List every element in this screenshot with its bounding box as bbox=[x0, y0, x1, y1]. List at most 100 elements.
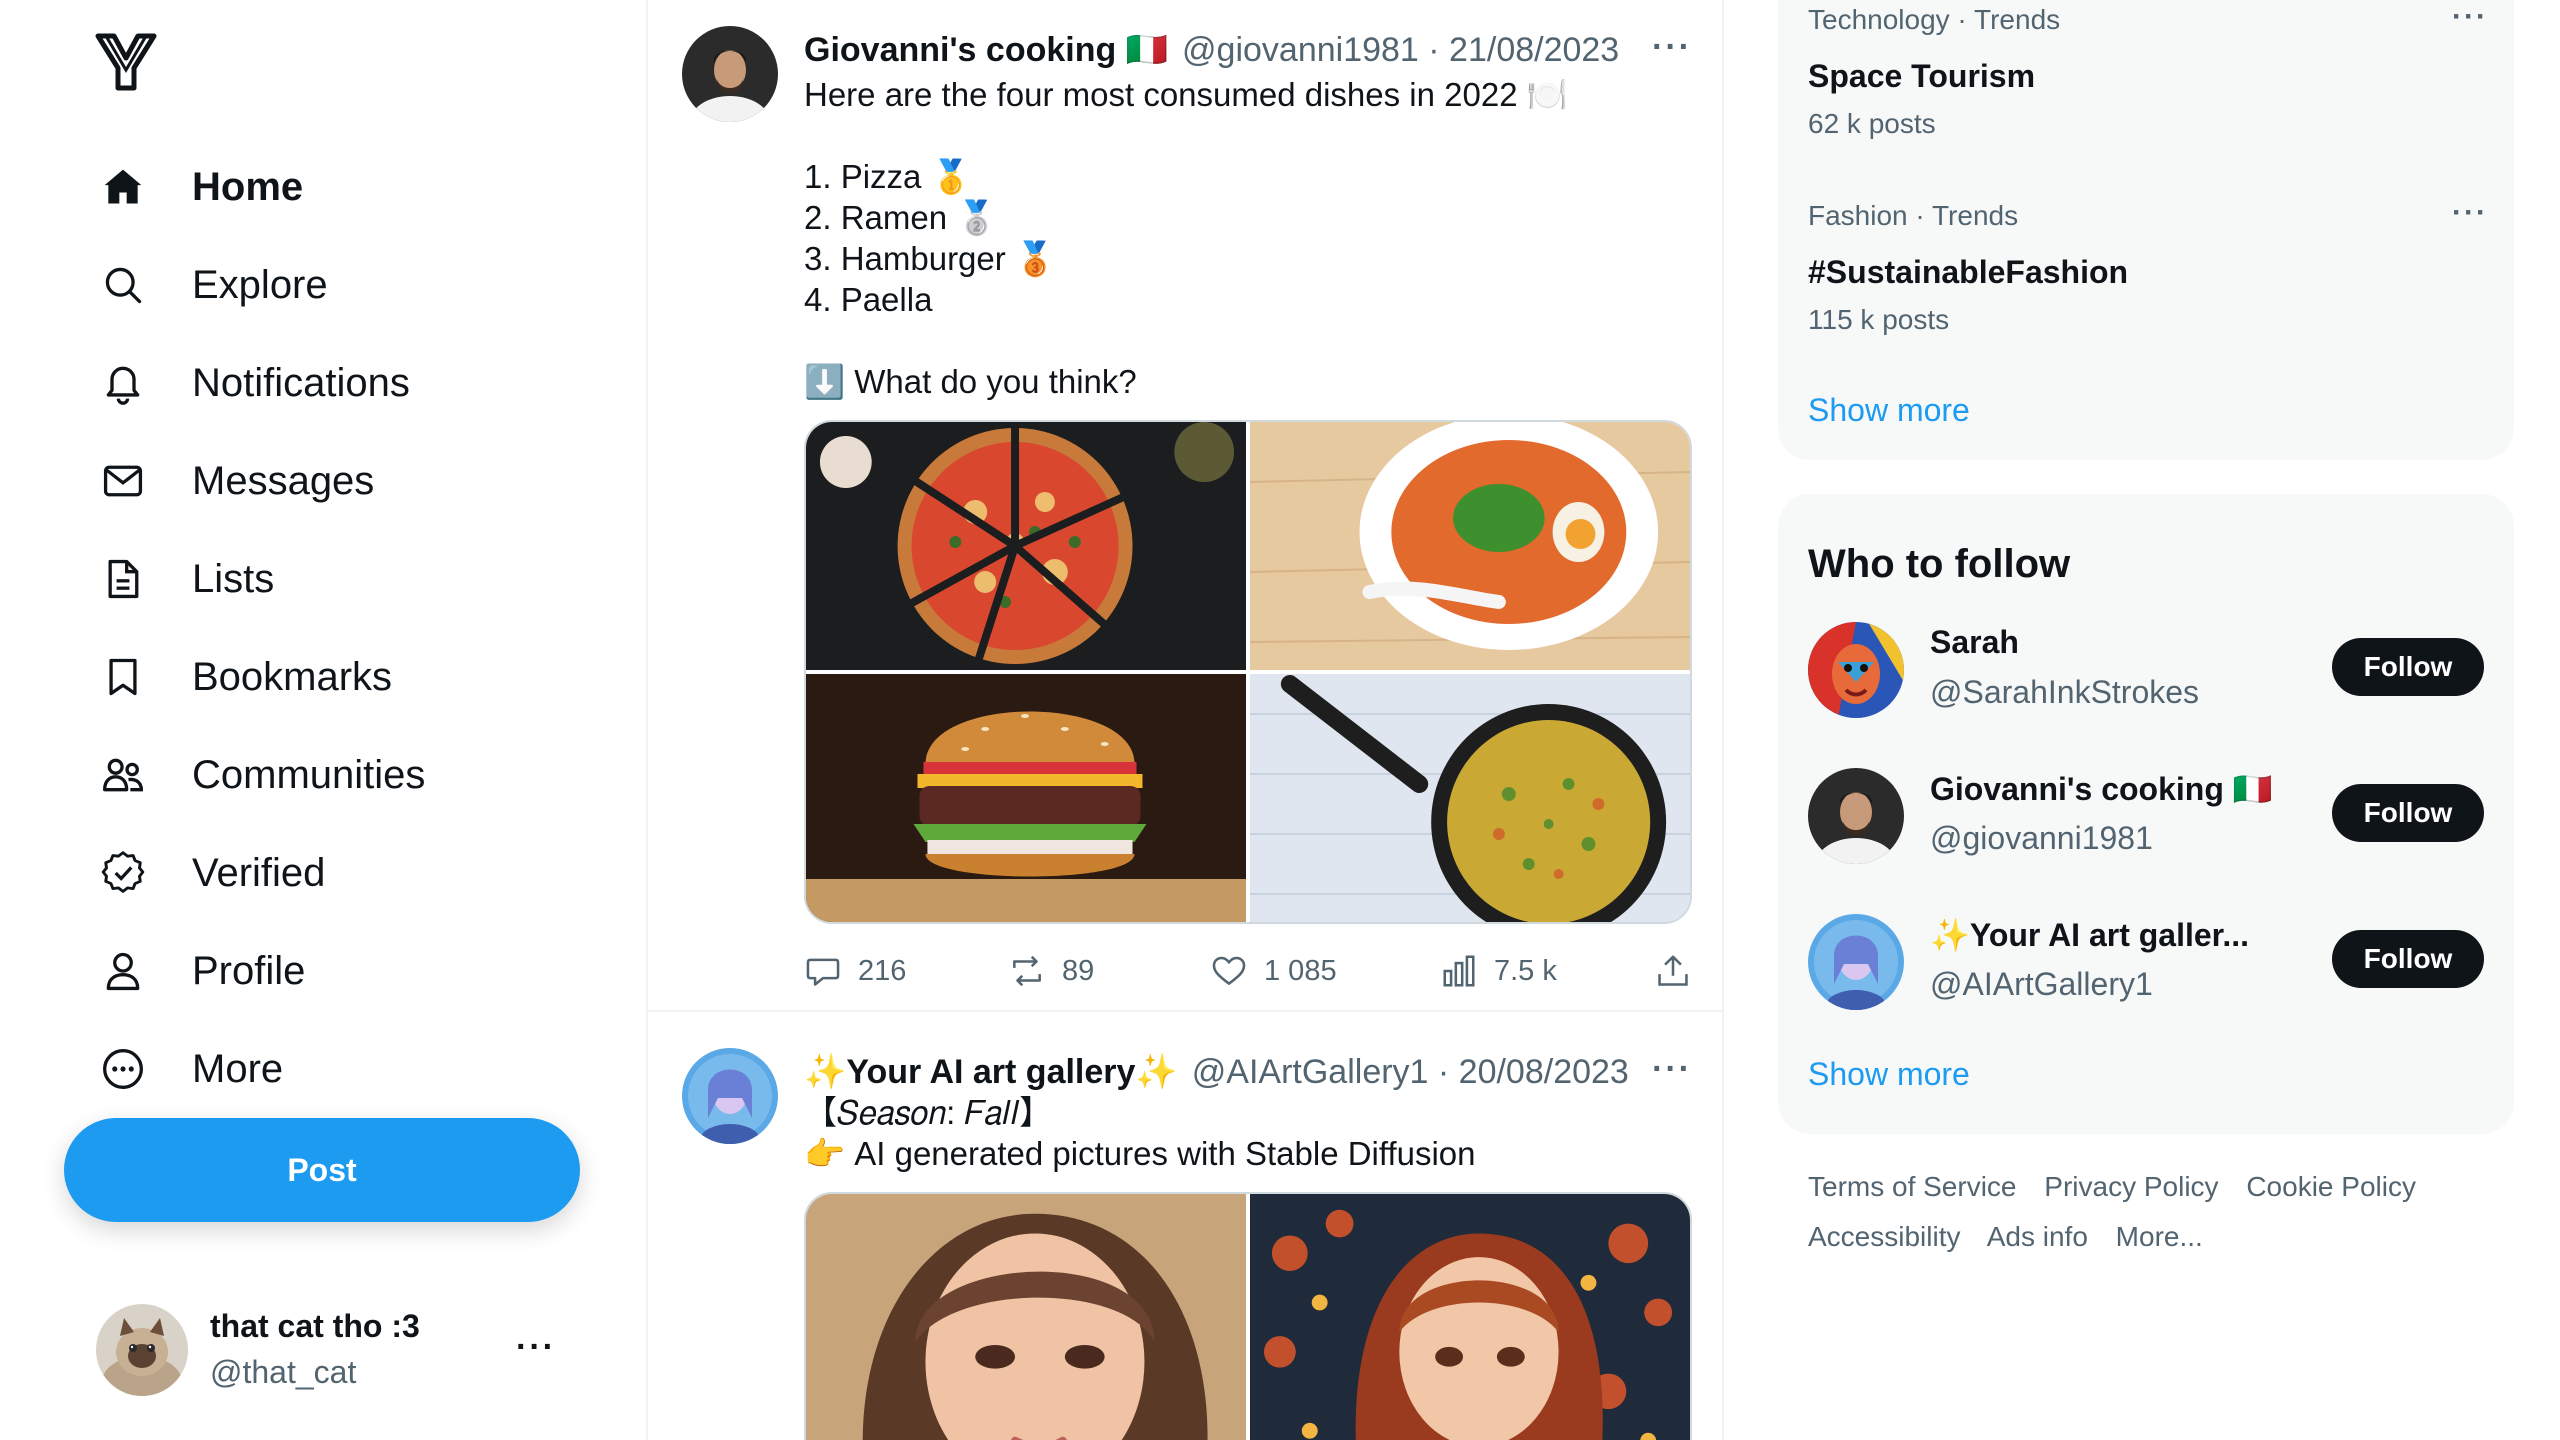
ai-girl-autumn-image[interactable] bbox=[1250, 1194, 1690, 1440]
trends-show-more-link[interactable]: Show more bbox=[1808, 392, 1970, 429]
post-author-avatar[interactable] bbox=[682, 1048, 778, 1144]
share-icon bbox=[1658, 955, 1688, 986]
who-to-follow-title: Who to follow bbox=[1808, 542, 2071, 586]
suggestion-name[interactable]: ✨Your AI art galler... bbox=[1930, 916, 2249, 954]
footer-link-accessibility[interactable]: Accessibility bbox=[1808, 1221, 1960, 1252]
follow-suggestion[interactable]: ✨Your AI art galler... @AIArtGallery1 Fo… bbox=[1808, 914, 2484, 1014]
account-avatar bbox=[96, 1304, 188, 1396]
post-header: ✨Your AI art gallery✨ @AIArtGallery1 · 2… bbox=[804, 1050, 1629, 1094]
footer-link-terms[interactable]: Terms of Service bbox=[1808, 1171, 2017, 1202]
nav-more[interactable]: More bbox=[100, 1034, 283, 1104]
reply-count: 216 bbox=[858, 954, 907, 987]
people-icon bbox=[100, 752, 146, 798]
nav-more-label: More bbox=[192, 1046, 284, 1091]
suggestion-avatar[interactable] bbox=[1808, 622, 1904, 718]
account-name: that cat tho :3 bbox=[210, 1308, 420, 1344]
account-text: that cat tho :3 @that_cat bbox=[210, 1304, 420, 1396]
hamburger-image[interactable] bbox=[806, 674, 1246, 922]
post-more-icon[interactable]: ··· bbox=[1652, 28, 1692, 67]
post-author-handle-date[interactable]: @AIArtGallery1 · 20/08/2023 bbox=[1192, 1053, 1629, 1092]
like-count: 1 085 bbox=[1264, 954, 1337, 987]
suggestion-avatar[interactable] bbox=[1808, 768, 1904, 864]
nav-bookmarks[interactable]: Bookmarks bbox=[100, 642, 392, 712]
reply-icon bbox=[806, 958, 840, 986]
follow-suggestion[interactable]: Sarah @SarahInkStrokes Follow bbox=[1808, 622, 2484, 722]
nav-notifications-label: Notifications bbox=[192, 360, 410, 405]
post-button[interactable]: Post bbox=[64, 1118, 580, 1222]
footer-link-privacy[interactable]: Privacy Policy bbox=[2044, 1171, 2218, 1202]
follow-button[interactable]: Follow bbox=[2332, 638, 2484, 696]
suggestion-avatar[interactable] bbox=[1808, 914, 1904, 1010]
footer-link-ads-info[interactable]: Ads info bbox=[1987, 1221, 2088, 1252]
search-icon bbox=[100, 262, 146, 308]
nav-home-label: Home bbox=[192, 164, 304, 209]
suggestion-handle[interactable]: @giovanni1981 bbox=[1930, 820, 2153, 857]
nav-notifications[interactable]: Notifications bbox=[100, 348, 410, 418]
suggestion-name[interactable]: Sarah bbox=[1930, 624, 2019, 661]
more-circle-icon bbox=[100, 1046, 146, 1092]
nav-explore[interactable]: Explore bbox=[100, 250, 328, 320]
trend-title: #SustainableFashion bbox=[1808, 254, 2129, 290]
repost-icon bbox=[1013, 955, 1041, 987]
nav-messages[interactable]: Messages bbox=[100, 446, 374, 516]
ai-girl-portrait-image[interactable] bbox=[806, 1194, 1246, 1440]
like-button[interactable]: 1 085 bbox=[1210, 952, 1337, 990]
nav-communities-label: Communities bbox=[192, 752, 426, 797]
reply-button[interactable]: 216 bbox=[804, 952, 906, 990]
nav-messages-label: Messages bbox=[192, 458, 375, 503]
trend-item[interactable]: Technology · Trends Space Tourism 62 k p… bbox=[1808, 0, 2488, 139]
list-document-icon bbox=[100, 556, 146, 602]
footer-links: Terms of Service Privacy Policy Cookie P… bbox=[1808, 1162, 2508, 1262]
trend-more-icon[interactable]: ··· bbox=[2452, 0, 2488, 34]
nav-communities[interactable]: Communities bbox=[100, 740, 425, 810]
envelope-icon bbox=[100, 458, 146, 504]
trend-item[interactable]: Fashion · Trends #SustainableFashion 115… bbox=[1808, 196, 2488, 335]
post-author-handle-date[interactable]: @giovanni1981 · 21/08/2023 bbox=[1182, 31, 1619, 70]
post-text: 【𝑆𝑒𝑎𝑠𝑜𝑛: 𝐹𝑎𝑙𝑙】 👉 AI generated pictures w… bbox=[804, 1094, 1476, 1172]
post-media-grid[interactable] bbox=[804, 420, 1692, 924]
post-actions: 216 89 1 085 7.5 k bbox=[804, 946, 1692, 996]
follow-button[interactable]: Follow bbox=[2332, 930, 2484, 988]
suggestion-handle[interactable]: @AIArtGallery1 bbox=[1930, 966, 2153, 1003]
suggestion-name[interactable]: Giovanni's cooking 🇮🇹 bbox=[1930, 770, 2273, 808]
repost-button[interactable]: 89 bbox=[1008, 952, 1094, 990]
post-header: Giovanni's cooking 🇮🇹 @giovanni1981 · 21… bbox=[804, 28, 1619, 72]
bell-icon bbox=[100, 360, 146, 406]
post-author-name[interactable]: ✨Your AI art gallery✨ bbox=[804, 1052, 1178, 1092]
follow-suggestion[interactable]: Giovanni's cooking 🇮🇹 @giovanni1981 Foll… bbox=[1808, 768, 2484, 868]
trend-title: Space Tourism bbox=[1808, 58, 2036, 94]
share-button[interactable] bbox=[1654, 952, 1692, 990]
right-sidebar: Technology · Trends Space Tourism 62 k p… bbox=[1770, 0, 2560, 1440]
paella-image[interactable] bbox=[1250, 674, 1690, 922]
nav-verified[interactable]: Verified bbox=[100, 838, 325, 908]
y-logo-icon[interactable] bbox=[94, 30, 158, 94]
footer-link-more[interactable]: More... bbox=[2116, 1221, 2203, 1252]
pizza-image[interactable] bbox=[806, 422, 1246, 670]
post-author-name[interactable]: Giovanni's cooking 🇮🇹 bbox=[804, 30, 1168, 70]
post-media-grid[interactable] bbox=[804, 1192, 1692, 1440]
trend-category: Technology · Trends bbox=[1808, 4, 2061, 35]
nav-profile[interactable]: Profile bbox=[100, 936, 305, 1006]
bookmark-icon bbox=[100, 654, 146, 700]
nav-profile-label: Profile bbox=[192, 948, 306, 993]
nav-lists[interactable]: Lists bbox=[100, 544, 274, 614]
timeline-feed: Giovanni's cooking 🇮🇹 @giovanni1981 · 21… bbox=[646, 0, 1724, 1440]
who-to-follow-show-more-link[interactable]: Show more bbox=[1808, 1056, 1970, 1093]
trend-more-icon[interactable]: ··· bbox=[2452, 196, 2488, 230]
views-chart-icon bbox=[1443, 955, 1475, 987]
account-more-icon[interactable]: ··· bbox=[516, 1328, 556, 1367]
post-text: Here are the four most consumed dishes i… bbox=[804, 76, 1568, 400]
ramen-image[interactable] bbox=[1250, 422, 1690, 670]
nav-home[interactable]: Home bbox=[100, 152, 303, 222]
post-author-avatar[interactable] bbox=[682, 26, 778, 122]
suggestion-handle[interactable]: @SarahInkStrokes bbox=[1930, 674, 2199, 711]
post-card[interactable]: Giovanni's cooking 🇮🇹 @giovanni1981 · 21… bbox=[648, 0, 1722, 1008]
views-button[interactable]: 7.5 k bbox=[1440, 952, 1557, 990]
footer-link-cookie[interactable]: Cookie Policy bbox=[2246, 1171, 2416, 1202]
nav-explore-label: Explore bbox=[192, 262, 328, 307]
follow-button[interactable]: Follow bbox=[2332, 784, 2484, 842]
post-more-icon[interactable]: ··· bbox=[1652, 1050, 1692, 1089]
account-switcher[interactable]: that cat tho :3 @that_cat ··· bbox=[96, 1302, 556, 1398]
post-card[interactable]: ✨Your AI art gallery✨ @AIArtGallery1 · 2… bbox=[648, 1010, 1722, 1440]
home-icon bbox=[100, 164, 146, 210]
